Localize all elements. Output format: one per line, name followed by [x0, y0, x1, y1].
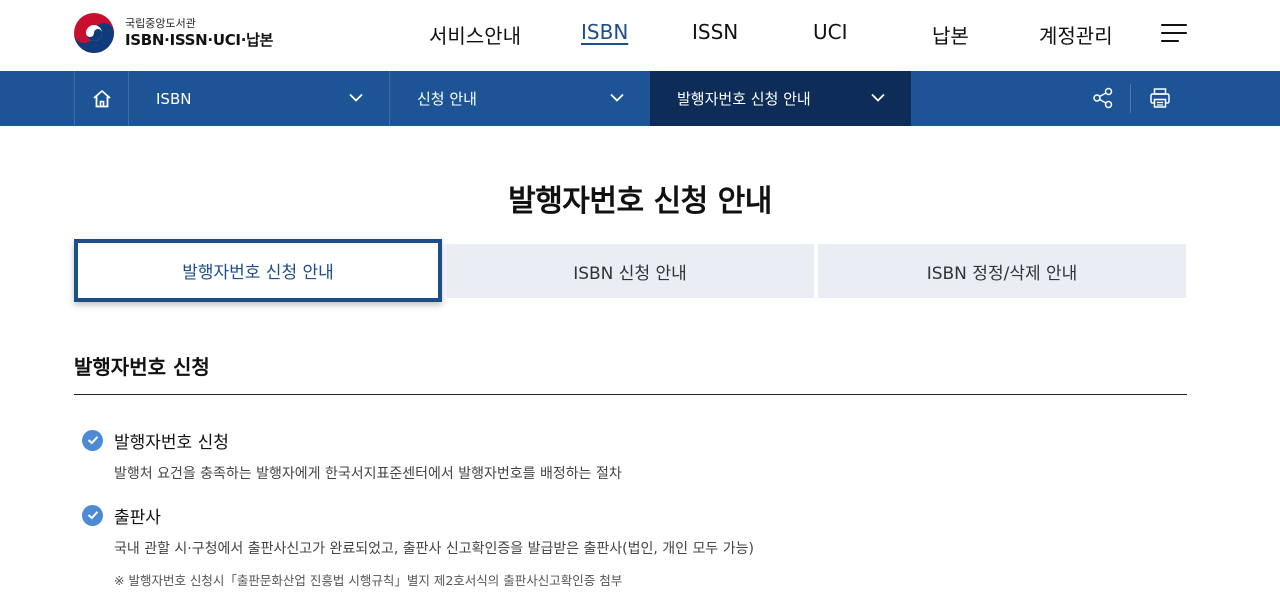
tab-label: ISBN 신청 안내 — [573, 263, 687, 284]
chevron-down-icon — [610, 93, 624, 102]
print-button[interactable] — [1147, 85, 1173, 111]
gnb-item-service[interactable]: 서비스안내 — [429, 20, 521, 49]
list-item-heading: 출판사 — [82, 504, 161, 528]
all-menu-button[interactable] — [1161, 22, 1187, 44]
home-button[interactable] — [74, 71, 129, 126]
share-icon — [1093, 87, 1113, 109]
location-dropdown-level2[interactable]: 신청 안내 — [390, 71, 651, 126]
chevron-down-icon — [871, 93, 885, 102]
site-header: 국립중앙도서관 ISBN·ISSN·UCI·납본 서비스안내 ISBN ISSN… — [0, 0, 1280, 71]
tab-publisher-number[interactable]: 발행자번호 신청 안내 — [74, 239, 442, 302]
global-nav: 서비스안내 ISBN ISSN UCI 납본 계정관리 — [0, 0, 1280, 71]
hamburger-icon-line — [1161, 32, 1187, 34]
gnb-item-account[interactable]: 계정관리 — [1039, 20, 1113, 49]
print-icon — [1150, 88, 1170, 108]
gnb-item-issn[interactable]: ISSN — [692, 20, 738, 44]
list-item-heading: 발행자번호 신청 — [82, 429, 229, 453]
gnb-item-isbn[interactable]: ISBN — [581, 20, 628, 44]
check-circle-icon — [82, 504, 103, 526]
section-divider — [74, 394, 1187, 395]
section-title: 발행자번호 신청 — [74, 355, 210, 379]
list-item-description: 발행처 요건을 충족하는 발행자에게 한국서지표준센터에서 발행자번호를 배정하… — [114, 466, 622, 482]
tab-isbn-correction[interactable]: ISBN 정정/삭제 안내 — [818, 244, 1186, 298]
tab-isbn-application[interactable]: ISBN 신청 안내 — [446, 244, 814, 298]
location-dropdown-level1[interactable]: ISBN — [129, 71, 390, 126]
list-item-title: 발행자번호 신청 — [114, 432, 229, 453]
location-level3-label: 발행자번호 신청 안내 — [677, 90, 811, 108]
check-circle-icon — [82, 429, 103, 451]
tab-label: ISBN 정정/삭제 안내 — [926, 263, 1078, 284]
gnb-item-uci[interactable]: UCI — [813, 20, 848, 44]
toolbar-divider — [1130, 84, 1131, 113]
tab-label: 발행자번호 신청 안내 — [182, 263, 334, 283]
gnb-item-deposit[interactable]: 납본 — [932, 20, 969, 49]
share-button[interactable] — [1090, 85, 1116, 111]
list-item-description: 국내 관할 시·구청에서 출판사신고가 완료되었고, 출판사 신고확인증을 발급… — [114, 541, 754, 557]
location-bar: ISBN 신청 안내 발행자번호 신청 안내 — [0, 71, 1280, 126]
chevron-down-icon — [349, 93, 363, 102]
page-title: 발행자번호 신청 안내 — [508, 184, 772, 219]
hamburger-icon — [1161, 24, 1187, 26]
list-item-note: ※ 발행자번호 신청시「출판문화산업 진흥법 시행규칙」별지 제2호서식의 출판… — [114, 573, 623, 588]
location-level2-label: 신청 안내 — [417, 90, 477, 108]
hamburger-icon-line — [1161, 40, 1179, 42]
home-icon — [92, 89, 111, 107]
location-dropdown-level3[interactable]: 발행자번호 신청 안내 — [650, 71, 911, 126]
list-item-title: 출판사 — [114, 507, 161, 528]
location-level1-label: ISBN — [156, 89, 192, 108]
